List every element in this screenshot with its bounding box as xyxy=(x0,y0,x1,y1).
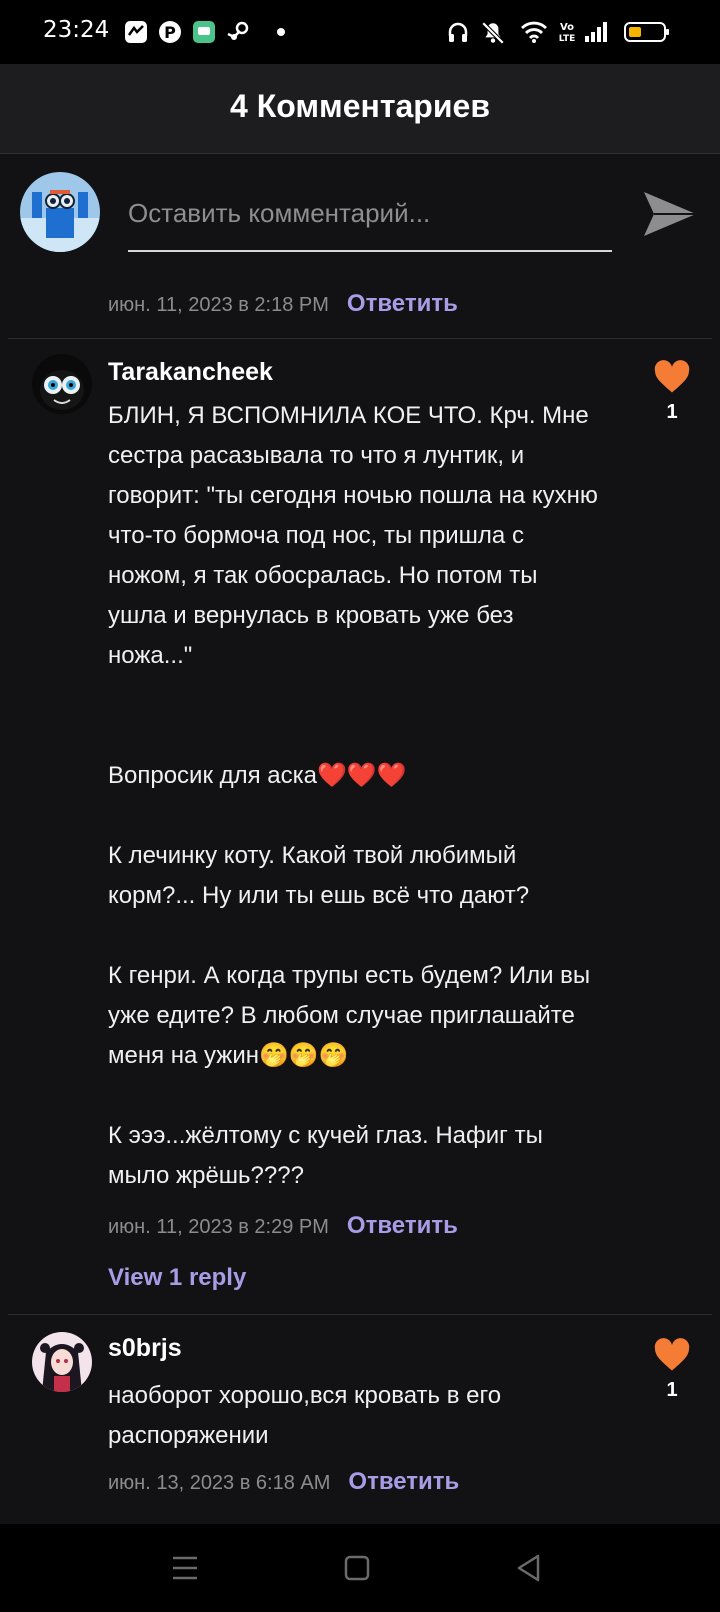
heart-icon[interactable] xyxy=(653,360,691,394)
status-time: 23:24 xyxy=(43,17,110,43)
chat-icon xyxy=(193,21,215,43)
svg-text:LTE: LTE xyxy=(559,34,576,44)
like-button[interactable]: 1 xyxy=(650,360,694,424)
comment-date: июн. 11, 2023 в 2:29 PM xyxy=(108,1216,329,1238)
header: 4 Комментариев xyxy=(0,64,720,154)
comment-meta: июн. 13, 2023 в 6:18 AM Ответить xyxy=(108,1468,459,1496)
steam-icon xyxy=(227,21,249,40)
comment-body: БЛИН, Я ВСПОМНИЛА КОЕ ЧТО. Крч. Мне сест… xyxy=(108,402,598,1189)
reply-button[interactable]: Ответить xyxy=(347,290,458,318)
like-button[interactable]: 1 xyxy=(650,1338,694,1402)
view-replies-button[interactable]: View 1 reply xyxy=(108,1264,246,1292)
back-triangle-icon[interactable] xyxy=(507,1546,551,1590)
headphones-icon xyxy=(448,22,468,42)
system-nav-bar xyxy=(0,1524,720,1612)
mute-icon xyxy=(481,21,505,45)
battery-icon xyxy=(624,22,669,42)
like-count: 1 xyxy=(666,401,678,423)
svg-text:Vo: Vo xyxy=(560,22,574,33)
status-bar: 23:24 P Vo LTE xyxy=(0,0,720,64)
home-square-icon[interactable] xyxy=(335,1546,379,1590)
wifi-icon xyxy=(521,21,547,43)
heart-icon[interactable] xyxy=(653,1338,691,1372)
divider xyxy=(8,338,712,339)
comment-meta: июн. 11, 2023 в 2:29 PM Ответить xyxy=(108,1212,458,1240)
signal-icon xyxy=(585,22,607,42)
avatar[interactable] xyxy=(32,354,92,414)
like-count: 1 xyxy=(666,1379,678,1401)
reply-button[interactable]: Ответить xyxy=(348,1468,459,1496)
comment-input[interactable] xyxy=(128,186,612,252)
reply-button[interactable]: Ответить xyxy=(347,1212,458,1240)
volte-icon: VoLTE xyxy=(559,22,576,44)
comment-username[interactable]: Tarakancheek xyxy=(108,358,273,387)
avatar[interactable] xyxy=(32,1332,92,1392)
comment-meta: июн. 11, 2023 в 2:18 PM Ответить xyxy=(108,290,458,318)
svg-text:P: P xyxy=(164,23,176,42)
pinterest-icon: P xyxy=(159,21,181,43)
avatar[interactable] xyxy=(20,172,100,252)
menu-icon[interactable] xyxy=(163,1546,207,1590)
comment-username[interactable]: s0brjs xyxy=(108,1334,182,1363)
notification-dot xyxy=(277,28,285,36)
comment-date: июн. 11, 2023 в 2:18 PM xyxy=(108,294,329,316)
app-icon xyxy=(125,21,147,43)
comment-body: наоборот хорошо,вся кровать в его распор… xyxy=(108,1382,508,1449)
comment-date: июн. 13, 2023 в 6:18 AM xyxy=(108,1472,331,1494)
page-title: 4 Комментариев xyxy=(230,88,490,124)
divider xyxy=(8,1314,712,1315)
send-icon[interactable] xyxy=(640,184,700,244)
